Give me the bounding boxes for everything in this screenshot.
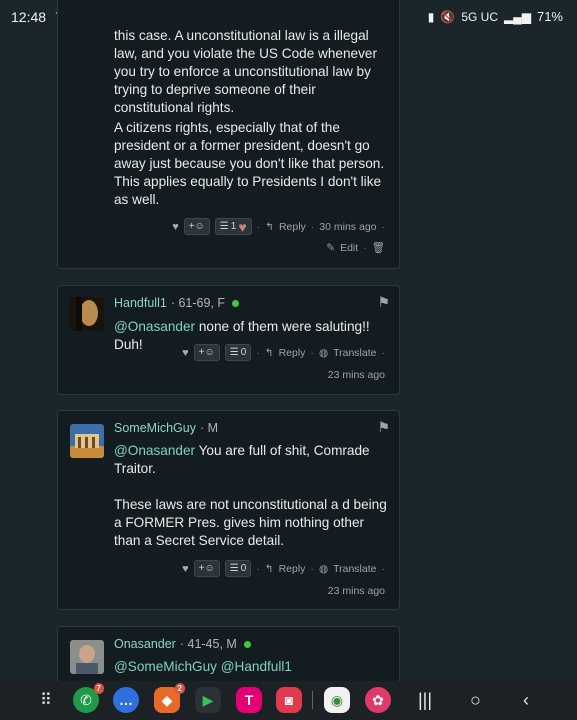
phone-app-icon[interactable]: ✆ 7 [73, 683, 104, 713]
reply-link[interactable]: Reply [279, 563, 306, 575]
reply-icon: ↰ [265, 220, 274, 233]
reply-link[interactable]: Reply [279, 347, 306, 359]
online-indicator [232, 299, 240, 307]
comment-time: 23 mins ago [327, 585, 385, 597]
tmobile-app-icon[interactable]: T [236, 687, 262, 713]
add-reaction-button[interactable]: +☺ [193, 344, 220, 361]
like-heart-icon[interactable]: ♥ [182, 347, 189, 359]
username[interactable]: Handfull1 [114, 296, 167, 310]
mention-link[interactable]: @Handfull1 [221, 659, 292, 674]
add-reaction-button[interactable]: +☺ [193, 560, 220, 577]
mute-icon: 🔇 [440, 9, 456, 24]
online-indicator [243, 640, 251, 648]
status-time: 12:48 [11, 9, 47, 25]
user-line: Onasander · 41-45, M [114, 637, 251, 651]
avatar-image [70, 297, 104, 331]
user-line: SomeMichGuy · M [114, 421, 218, 435]
flag-icon[interactable]: ⚑ [377, 294, 390, 311]
recent-apps-icon[interactable]: ||| [418, 690, 432, 711]
comment-card-somemichguy: SomeMichGuy · M ⚑ @Onasander You are ful… [57, 410, 400, 610]
messages-app-icon[interactable]: … [113, 687, 139, 713]
heart-reaction-icon: ♥ [238, 218, 247, 235]
reactions-list-button[interactable]: ☰ 1 ♥ [214, 218, 252, 235]
reply-icon: ↰ [264, 562, 274, 575]
navigation-bar: ⠿ ✆ 7 … ◆ 2 ▶ T ◙ ◉ ✿ ||| ○ ‹ [0, 681, 577, 720]
comment-body: @SomeMichGuy @Handfull1 [114, 658, 389, 676]
camera-app-icon[interactable]: ◙ [276, 687, 302, 713]
edit-icon: ✎ [326, 241, 336, 254]
network-label: 5G UC [461, 9, 498, 24]
comment-time: 23 mins ago [327, 369, 385, 381]
reactions-list-button[interactable]: ☰ 0 [224, 344, 252, 361]
battery-level: 71% [536, 9, 563, 24]
like-heart-icon[interactable]: ♥ [172, 221, 179, 233]
avatar[interactable] [70, 297, 104, 331]
brave-browser-icon[interactable]: ◆ 2 [154, 683, 185, 713]
username[interactable]: SomeMichGuy [114, 421, 196, 435]
translate-link[interactable]: Translate [333, 347, 376, 359]
reactions-list-button[interactable]: ☰ 0 [224, 560, 252, 577]
user-meta: · M [199, 421, 219, 435]
add-reaction-button[interactable]: +☺ [183, 218, 210, 235]
user-line: Handfull1 · 61-69, F [114, 296, 240, 310]
comment-owner-actions: ✎ Edit · 🗑 [326, 241, 385, 255]
battery-saver-icon: ▮ [427, 9, 435, 24]
back-icon[interactable]: ‹ [523, 690, 529, 711]
avatar[interactable] [70, 640, 104, 674]
comment-time: 30 mins ago [319, 220, 377, 233]
brave-badge: 2 [174, 683, 185, 694]
edit-link[interactable]: Edit [340, 242, 358, 254]
mention-link[interactable]: @SomeMichGuy [114, 659, 217, 674]
flower-app-icon[interactable]: ✿ [365, 687, 391, 713]
username[interactable]: Onasander [114, 637, 176, 651]
globe-icon: ◍ [318, 346, 329, 359]
user-meta: · 61-69, F [170, 296, 226, 310]
phone-badge: 7 [93, 683, 104, 694]
avatar-image [70, 640, 104, 674]
app-drawer-icon[interactable]: ⠿ [40, 690, 52, 710]
comment-body: @Onasander You are full of shit, Comrade… [114, 443, 370, 476]
globe-icon: ◍ [318, 562, 329, 575]
flag-icon[interactable]: ⚑ [377, 419, 390, 436]
comment-paragraph: A citizens rights, especially that of th… [114, 120, 385, 207]
comment-actions: ♥ +☺ ☰ 0 · ↰ Reply · ◍ Translate · [182, 344, 385, 361]
comment-card-own: this case. A unconstitutional law is a i… [57, 0, 400, 269]
list-icon: ☰ [229, 347, 239, 358]
status-right: ▮ 🔇 5G UC ▂▄▆ 71% [428, 9, 563, 24]
comment-paragraph: These laws are not unconstitutional a d … [114, 497, 387, 548]
maps-app-icon[interactable]: ◉ [324, 687, 350, 713]
like-heart-icon[interactable]: ♥ [182, 563, 189, 575]
comment-card-handfull1: Handfull1 · 61-69, F ⚑ @Onasander none o… [57, 285, 400, 395]
divider [312, 691, 313, 709]
home-icon[interactable]: ○ [470, 690, 481, 711]
translate-link[interactable]: Translate [333, 563, 376, 575]
list-icon: ☰ [229, 563, 239, 574]
comment-actions: ♥ +☺ ☰ 1 ♥ · ↰ Reply · 30 mins ago · [172, 218, 385, 235]
user-meta: · 41-45, M [179, 637, 237, 651]
comment-paragraph: this case. A unconstitutional law is a i… [114, 28, 377, 115]
mention-link[interactable]: @Onasander [114, 443, 195, 458]
reply-link[interactable]: Reply [279, 221, 306, 233]
comment-actions: ♥ +☺ ☰ 0 · ↰ Reply · ◍ Translate · [182, 560, 385, 577]
trash-icon[interactable]: 🗑 [372, 241, 385, 254]
signal-icon: ▂▄▆ [504, 9, 531, 24]
avatar-image [70, 424, 104, 458]
mention-link[interactable]: @Onasander [114, 319, 195, 334]
avatar[interactable] [70, 424, 104, 458]
reply-icon: ↰ [264, 346, 274, 359]
play-store-icon[interactable]: ▶ [195, 687, 221, 713]
list-icon: ☰ [219, 221, 229, 232]
